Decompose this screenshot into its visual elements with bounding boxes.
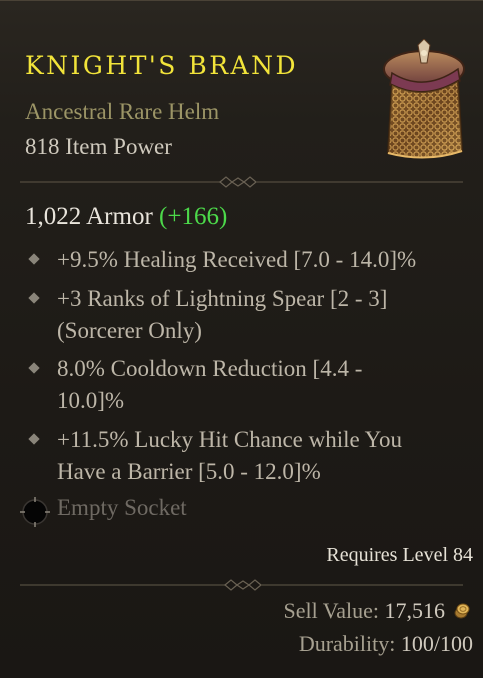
armor-bonus: (+166) bbox=[159, 203, 228, 230]
affix-line: +11.5% Lucky Hit Chance while You Have a… bbox=[57, 424, 467, 488]
affix-bullet-icon bbox=[28, 253, 40, 265]
durability-label: Durability: bbox=[298, 631, 396, 656]
affix-text: +3 Ranks of Lightning Spear [2 - 3] bbox=[57, 286, 388, 311]
affix-bullet-icon bbox=[28, 292, 40, 304]
armor-stat: 1,022 Armor (+166) bbox=[25, 203, 227, 231]
affix-text: +9.5% Healing Received [7.0 - 14.0]% bbox=[57, 247, 417, 272]
footer-divider bbox=[20, 579, 463, 591]
affix-line: +9.5% Healing Received [7.0 - 14.0]% bbox=[57, 244, 467, 276]
affix-text-cont: 10.0]% bbox=[57, 388, 125, 413]
item-type: Ancestral Rare Helm bbox=[25, 99, 220, 124]
level-requirement: Requires Level 84 bbox=[326, 544, 473, 566]
armor-value: 1,022 Armor bbox=[25, 203, 153, 230]
affix-bullet-icon bbox=[28, 362, 40, 374]
item-power: 818 Item Power bbox=[25, 134, 172, 159]
affix-text: +11.5% Lucky Hit Chance while You bbox=[57, 427, 402, 452]
affix-bullet-icon bbox=[28, 433, 40, 445]
affix-line: 8.0% Cooldown Reduction [4.4 - 10.0]% bbox=[57, 353, 467, 417]
sell-amount: 17,516 bbox=[384, 598, 446, 623]
affix-text: 8.0% Cooldown Reduction [4.4 - bbox=[57, 356, 363, 381]
helm-icon bbox=[383, 39, 465, 159]
item-name: KNIGHT'S BRAND bbox=[25, 51, 298, 80]
empty-socket-icon bbox=[20, 497, 50, 527]
item-tooltip: KNIGHT'S BRAND Ancestral Rare Helm 818 I… bbox=[0, 0, 483, 678]
socket-label: Empty Socket bbox=[57, 495, 187, 520]
tooltip-header: KNIGHT'S BRAND Ancestral Rare Helm 818 I… bbox=[0, 1, 483, 176]
durability-value: 100/100 bbox=[400, 631, 473, 656]
affix-line: +3 Ranks of Lightning Spear [2 - 3] (Sor… bbox=[57, 283, 467, 347]
header-divider bbox=[20, 176, 463, 188]
sell-label: Sell Value: bbox=[283, 598, 379, 623]
sell-value: Sell Value: 17,516 bbox=[283, 598, 445, 624]
affix-text-cont: Have a Barrier [5.0 - 12.0]% bbox=[57, 459, 321, 484]
durability: Durability: 100/100 bbox=[299, 631, 473, 657]
affix-text-cont: (Sorcerer Only) bbox=[57, 318, 202, 343]
gold-coin-icon bbox=[454, 603, 470, 619]
